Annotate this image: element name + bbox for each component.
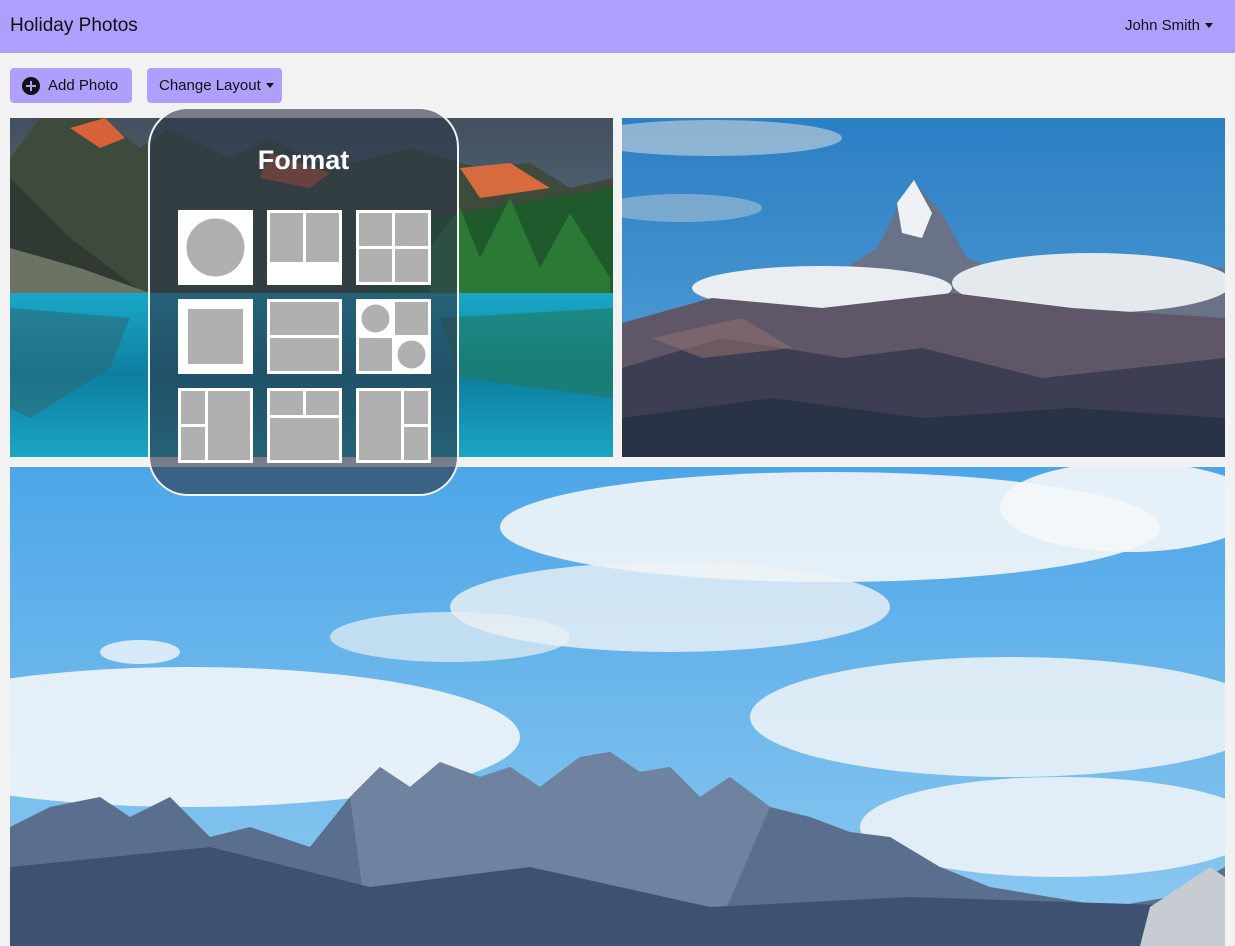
app-title: Holiday Photos xyxy=(10,15,138,36)
add-photo-label: Add Photo xyxy=(48,77,119,94)
layout-option-left-split[interactable] xyxy=(178,388,253,463)
top-navbar: Holiday Photos John Smith xyxy=(0,0,1235,53)
format-title: Format xyxy=(257,145,350,175)
caret-down-icon xyxy=(1205,23,1213,28)
plus-circle-icon xyxy=(22,76,40,95)
user-name: John Smith xyxy=(1124,17,1200,34)
layout-option-four-grid[interactable] xyxy=(356,210,431,285)
user-menu[interactable]: John Smith xyxy=(1125,17,1213,34)
photo-rocky-range[interactable] xyxy=(10,467,1225,946)
layout-option-circles-grid[interactable] xyxy=(356,299,431,374)
format-panel: Format xyxy=(148,107,459,496)
layout-option-circle[interactable] xyxy=(178,210,253,285)
add-photo-button[interactable]: Add Photo xyxy=(10,68,132,103)
caret-down-icon xyxy=(265,83,274,88)
layout-option-single-square[interactable] xyxy=(178,299,253,374)
change-layout-label: Change Layout xyxy=(159,77,261,94)
layout-option-right-split[interactable] xyxy=(356,388,431,463)
layout-option-top-split[interactable] xyxy=(267,388,342,463)
photo-snowy-peak[interactable] xyxy=(622,118,1225,457)
layout-option-two-rows[interactable] xyxy=(267,299,342,374)
change-layout-button[interactable]: Change Layout xyxy=(147,68,282,103)
layout-option-two-columns[interactable] xyxy=(267,210,342,285)
